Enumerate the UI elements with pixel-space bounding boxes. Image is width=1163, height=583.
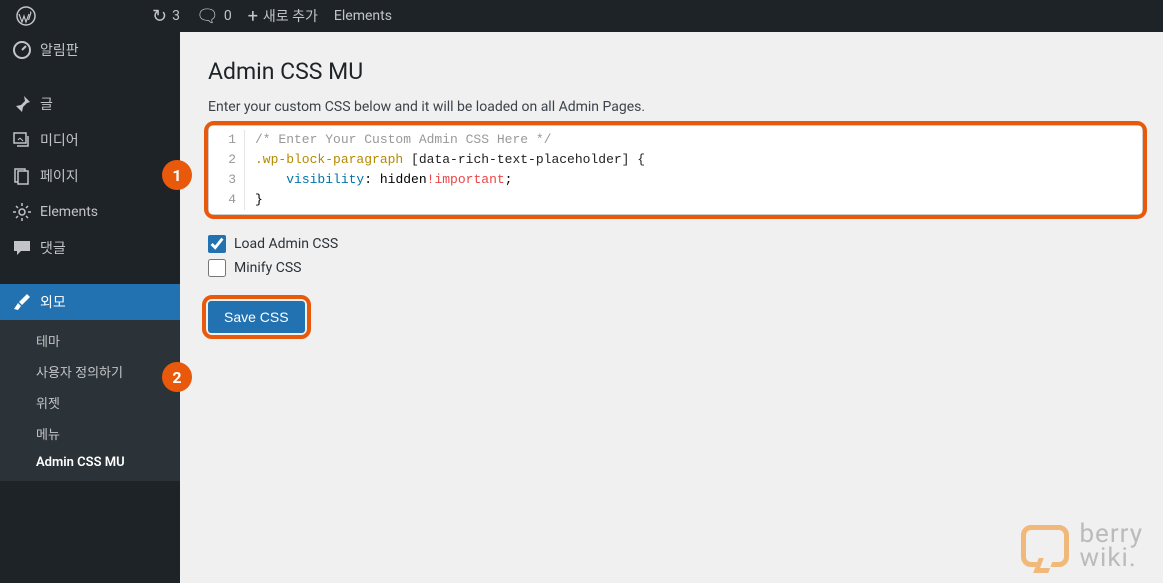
save-button-wrap: Save CSS [208, 301, 305, 333]
css-editor[interactable]: 1234 /* Enter Your Custom Admin CSS Here… [208, 125, 1143, 215]
comment-icon [12, 238, 32, 258]
sidebar-item-label: 글 [40, 94, 53, 114]
toolbar-new-label: 새로 추가 [263, 6, 318, 26]
sidebar-item-label: 미디어 [40, 130, 79, 150]
plus-icon: + [248, 6, 258, 27]
sidebar-item-label: 알림판 [40, 40, 79, 60]
submenu-admin-css-mu[interactable]: Admin CSS MU [0, 449, 180, 476]
page-icon [12, 166, 32, 186]
sidebar-item-comments[interactable]: 댓글 [0, 230, 180, 266]
sidebar-item-appearance[interactable]: 외모 [0, 284, 180, 320]
minify-css-checkbox[interactable] [208, 259, 226, 277]
sidebar-item-media[interactable]: 미디어 [0, 122, 180, 158]
sidebar-item-label: Elements [40, 204, 98, 220]
save-css-button[interactable]: Save CSS [208, 301, 305, 333]
wordpress-icon [16, 6, 36, 26]
comment-icon: 🗨 [196, 6, 219, 27]
toolbar-comments[interactable]: 🗨 0 [188, 0, 240, 32]
sidebar-item-label: 댓글 [40, 238, 66, 258]
toolbar-new[interactable]: + 새로 추가 [240, 0, 326, 32]
sidebar-item-label: 외모 [40, 292, 66, 312]
toolbar-elements[interactable]: Elements [326, 0, 400, 32]
sidebar-item-dashboard[interactable]: 알림판 [0, 32, 180, 68]
watermark-text: berry wiki. [1079, 522, 1143, 571]
page-description: Enter your custom CSS below and it will … [208, 99, 1143, 115]
comments-count: 0 [224, 8, 232, 24]
submenu-menus[interactable]: 메뉴 [0, 418, 180, 449]
appearance-submenu: 테마 사용자 정의하기 위젯 메뉴 Admin CSS MU [0, 320, 180, 481]
minify-css-label: Minify CSS [234, 260, 301, 276]
toolbar-updates[interactable]: ↻ 3 [144, 0, 188, 32]
brush-icon [12, 292, 32, 312]
watermark: berry wiki. [1021, 522, 1143, 571]
wp-logo[interactable] [8, 0, 44, 32]
load-admin-css-checkbox[interactable] [208, 235, 226, 253]
checkbox-row-minify: Minify CSS [208, 259, 1143, 277]
submenu-customize[interactable]: 사용자 정의하기 [0, 356, 180, 387]
dashboard-icon [12, 40, 32, 60]
annotation-badge-2: 2 [162, 362, 192, 392]
media-icon [12, 130, 32, 150]
speech-bubble-icon [1021, 525, 1069, 567]
annotation-badge-1: 1 [162, 160, 192, 190]
toolbar-elements-label: Elements [334, 8, 392, 24]
sidebar-item-elements[interactable]: Elements [0, 194, 180, 230]
css-editor-wrap: 1234 /* Enter Your Custom Admin CSS Here… [208, 125, 1143, 215]
page-title: Admin CSS MU [208, 58, 1143, 85]
editor-code[interactable]: /* Enter Your Custom Admin CSS Here */.w… [245, 130, 655, 210]
main-content: 1 2 Admin CSS MU Enter your custom CSS b… [180, 32, 1163, 583]
checkbox-row-load: Load Admin CSS [208, 235, 1143, 253]
admin-toolbar: ↻ 3 🗨 0 + 새로 추가 Elements [0, 0, 1163, 32]
submenu-themes[interactable]: 테마 [0, 325, 180, 356]
sidebar-item-label: 페이지 [40, 166, 79, 186]
gear-icon [12, 202, 32, 222]
submenu-widgets[interactable]: 위젯 [0, 387, 180, 418]
updates-count: 3 [172, 8, 180, 24]
pin-icon [12, 94, 32, 114]
admin-sidebar: 알림판 글 미디어 페이지 Elements 댓글 외모 테마 사용자 정의하기… [0, 32, 180, 583]
sidebar-item-pages[interactable]: 페이지 [0, 158, 180, 194]
editor-gutter: 1234 [209, 130, 245, 210]
sidebar-item-posts[interactable]: 글 [0, 86, 180, 122]
refresh-icon: ↻ [152, 6, 167, 27]
load-admin-css-label: Load Admin CSS [234, 236, 338, 252]
